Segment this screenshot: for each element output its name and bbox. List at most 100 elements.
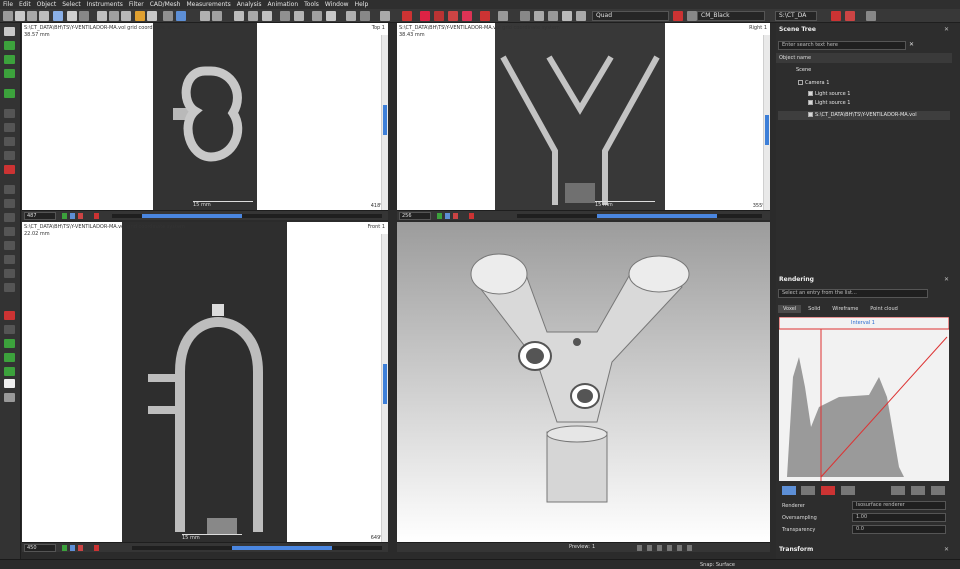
tab-voxel[interactable]: Voxel [778,305,802,313]
flag-small-icon[interactable] [94,213,99,219]
preset-d-icon[interactable] [841,486,855,495]
preset-e-icon[interactable] [891,486,905,495]
tree-item-volume[interactable]: S:\CT_DATA\BH\TS\Y-VENTILADOR-MA.vol [778,111,950,120]
rect-select-icon[interactable] [4,109,15,118]
slice-slider[interactable] [132,546,382,550]
paint-icon[interactable] [462,11,472,21]
open-icon[interactable] [15,11,25,21]
menu-file[interactable]: File [3,1,13,8]
tab-wireframe[interactable]: Wireframe [827,305,863,313]
tree-item-camera[interactable]: Camera 1 [778,79,950,88]
erase-icon[interactable] [448,11,458,21]
undo-icon[interactable] [67,11,77,21]
crop-icon[interactable] [280,11,290,21]
histogram-editor[interactable]: Interval 1 [778,316,950,481]
viewport-front[interactable]: 15 mm S:\CT_DATA\BH\TS\Y-VENTILADOR-MA.v… [22,222,388,542]
brush-icon[interactable] [4,41,15,50]
slice-number-input[interactable]: 256 [399,212,431,220]
segment-icon[interactable] [420,11,430,21]
camera-icon[interactable] [657,545,662,551]
menu-edit[interactable]: Edit [19,1,31,8]
panel-close-icon[interactable]: ✕ [944,275,949,285]
tool-e-icon[interactable] [4,241,15,250]
menu-tools[interactable]: Tools [304,1,319,8]
slice-slider[interactable] [112,214,382,218]
light-1-checkbox[interactable] [808,91,813,96]
region-icon[interactable] [434,11,444,21]
dock-icon[interactable] [380,11,390,21]
sort-icon[interactable] [360,11,370,21]
tree-item-light-1[interactable]: Light source 1 [778,90,950,99]
viewport-scrollbar[interactable] [381,35,388,210]
select-arrow-icon[interactable] [4,27,15,36]
light-2-checkbox[interactable] [808,100,813,105]
layout-combo[interactable]: Quad [592,11,669,21]
render-mode-icon[interactable] [647,545,652,551]
layers-icon[interactable] [498,11,508,21]
list-icon[interactable] [163,11,173,21]
preset-select[interactable]: Select an entry from the list... [778,289,928,298]
tree-item-scene[interactable]: Scene [778,66,950,75]
color-picker-icon[interactable] [4,165,15,174]
tab-point-cloud[interactable]: Point cloud [865,305,903,313]
sync-icon[interactable] [70,545,75,551]
renderer-select[interactable]: Isosurface renderer [852,501,946,510]
transparency-input[interactable]: 0.0 [852,525,946,534]
path-combo[interactable]: S:\CT_DA [775,11,817,21]
settings-icon[interactable] [866,11,876,21]
tree-item-light-2[interactable]: Light source 1 [778,99,950,108]
freehand-select-icon[interactable] [4,151,15,160]
scene-search-input[interactable]: Enter search text here [778,41,906,50]
menu-animation[interactable]: Animation [268,1,299,8]
tool-f-icon[interactable] [4,255,15,264]
clear-search-icon[interactable]: ✕ [909,41,914,48]
view-single-icon[interactable] [534,11,544,21]
viewport-scrollbar[interactable] [381,234,388,542]
tool-g-icon[interactable] [4,269,15,278]
viewport-3d[interactable] [397,222,770,542]
measure-icon[interactable] [262,11,272,21]
sync-icon[interactable] [70,213,75,219]
axis-icon[interactable] [677,545,682,551]
fit-icon[interactable] [248,11,258,21]
cut-icon[interactable] [97,11,107,21]
preview-value[interactable]: 1 [592,544,595,550]
panel-close-icon[interactable]: ✕ [944,545,949,555]
flag-small-icon[interactable] [469,213,474,219]
lock-icon[interactable] [62,213,67,219]
layers-panel-icon[interactable] [4,393,15,402]
pointer-icon[interactable] [135,11,145,21]
view-split-icon[interactable] [548,11,558,21]
menu-instruments[interactable]: Instruments [87,1,123,8]
eraser-icon[interactable] [4,89,15,98]
marker-icon[interactable] [78,545,83,551]
tab-solid[interactable]: Solid [803,305,825,313]
redo-icon[interactable] [79,11,89,21]
menu-help[interactable]: Help [355,1,369,8]
polygon-select-icon[interactable] [4,137,15,146]
viewport-top[interactable]: 15 mm S:\CT_DATA\BH\TS\Y-VENTILADOR-MA.v… [22,23,388,210]
preset-f-icon[interactable] [911,486,925,495]
menu-select[interactable]: Select [62,1,81,8]
foreground-color-icon[interactable] [4,379,15,388]
oversampling-input[interactable]: 1.00 [852,513,946,522]
bookmark-add-icon[interactable] [845,11,855,21]
fill-icon[interactable] [4,353,15,362]
print-icon[interactable] [53,11,63,21]
slice-number-input[interactable]: 450 [24,544,56,552]
preset-b-icon[interactable] [801,486,815,495]
align-icon[interactable] [346,11,356,21]
ellipse-select-icon[interactable] [4,123,15,132]
stamp-icon[interactable] [4,311,15,320]
copy-icon[interactable] [109,11,119,21]
panel-close-icon[interactable]: ✕ [944,25,949,35]
view-grid-icon[interactable] [520,11,530,21]
save-icon[interactable] [27,11,37,21]
bookmark-icon[interactable] [831,11,841,21]
menu-measurements[interactable]: Measurements [186,1,230,8]
preset-c-icon[interactable] [821,486,835,495]
palette-icon[interactable] [687,11,697,21]
menu-filter[interactable]: Filter [129,1,144,8]
viewport-scrollbar[interactable] [763,35,770,210]
wand-icon[interactable] [4,69,15,78]
